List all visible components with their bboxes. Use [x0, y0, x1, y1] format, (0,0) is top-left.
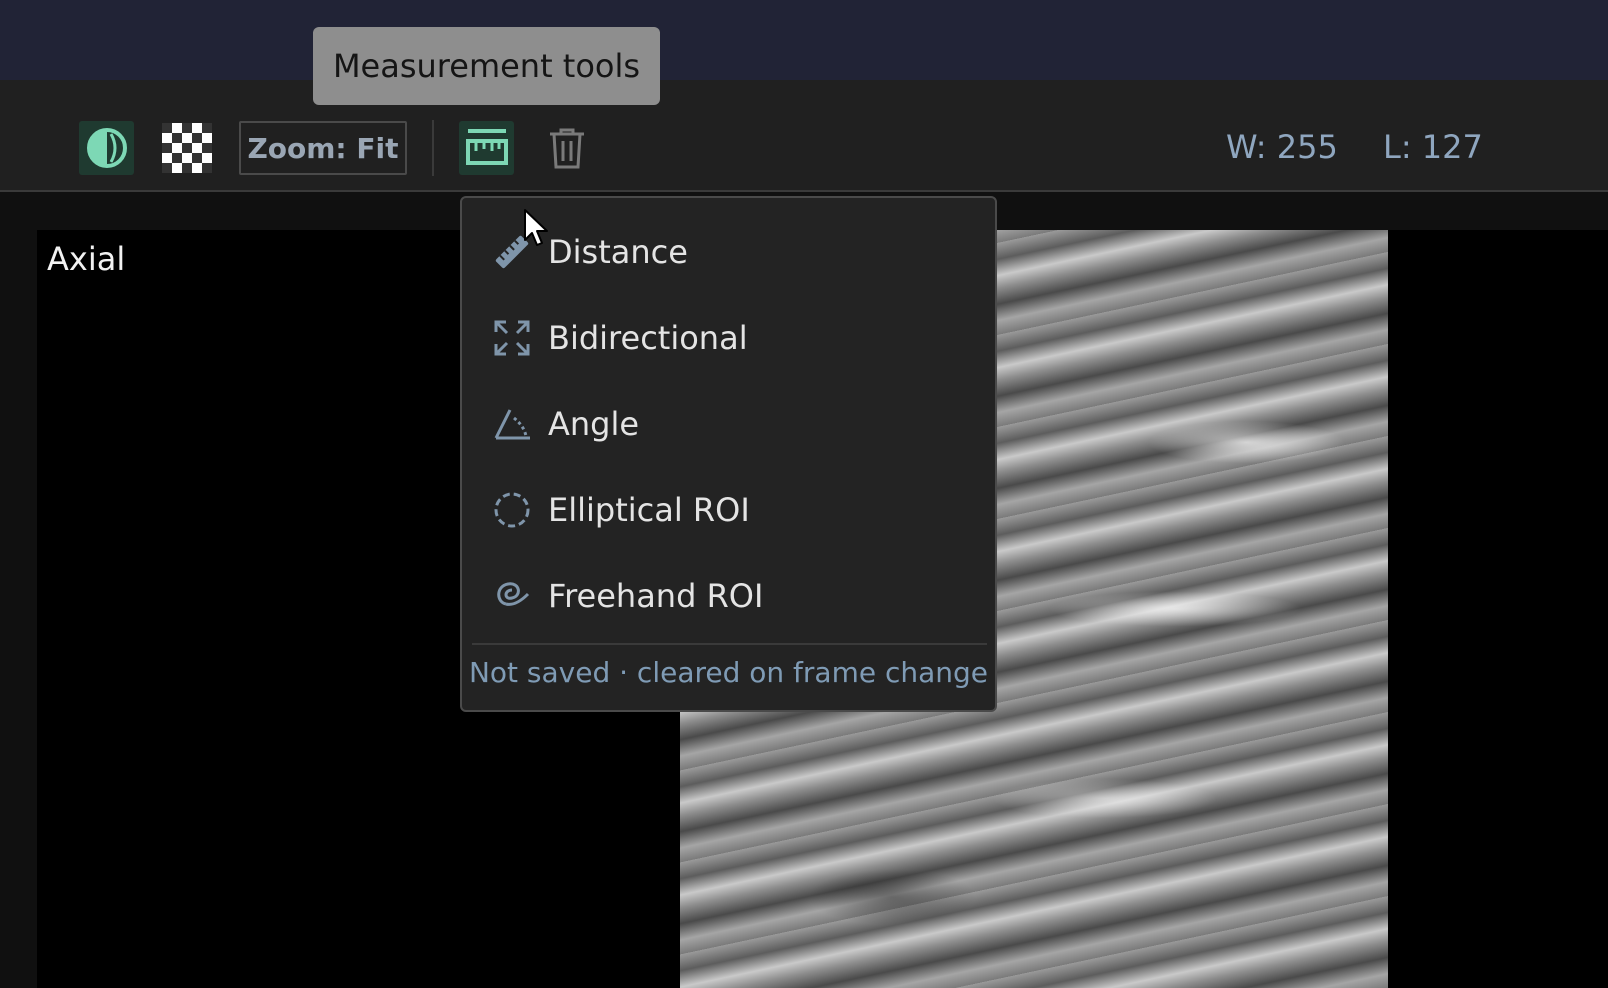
- top-bar: [0, 0, 1608, 80]
- freehand-loop-icon: [490, 574, 534, 618]
- checkerboard-icon: [161, 123, 212, 173]
- menu-item-freehand-roi[interactable]: Freehand ROI: [490, 566, 970, 626]
- viewport-orientation-label: Axial: [47, 240, 126, 278]
- window-width-readout: W: 255: [1226, 128, 1338, 166]
- window-level-button[interactable]: [79, 121, 134, 175]
- window-level-readout: L: 127: [1383, 128, 1483, 166]
- menu-item-label: Bidirectional: [548, 319, 748, 357]
- menu-item-label: Distance: [548, 233, 688, 271]
- angle-icon: [490, 402, 534, 446]
- menu-divider: [472, 643, 987, 645]
- menu-item-label: Elliptical ROI: [548, 491, 750, 529]
- clear-measurements-button[interactable]: [541, 121, 593, 175]
- measurement-tools-menu: Distance Bidirectional Angle Elliptical …: [460, 196, 997, 712]
- mouse-cursor-icon: [523, 208, 551, 252]
- menu-footer-note: Not saved · cleared on frame change: [468, 656, 989, 689]
- zoom-button[interactable]: Zoom: Fit: [239, 121, 407, 175]
- ruler-icon: [465, 129, 508, 165]
- menu-item-label: Angle: [548, 405, 640, 443]
- menu-item-distance[interactable]: Distance: [490, 222, 970, 282]
- trash-icon: [550, 128, 584, 169]
- menu-item-bidirectional[interactable]: Bidirectional: [490, 308, 970, 368]
- menu-item-elliptical-roi[interactable]: Elliptical ROI: [490, 480, 970, 540]
- menu-item-label: Freehand ROI: [548, 577, 764, 615]
- invert-button[interactable]: [159, 121, 214, 175]
- dashed-circle-icon: [490, 488, 534, 532]
- contrast-icon: [86, 128, 127, 168]
- toolbar-divider: [432, 120, 434, 176]
- measurement-tools-button[interactable]: [459, 121, 514, 175]
- menu-item-angle[interactable]: Angle: [490, 394, 970, 454]
- bidirectional-arrows-icon: [490, 316, 534, 360]
- measurement-tools-tooltip: Measurement tools: [313, 27, 660, 105]
